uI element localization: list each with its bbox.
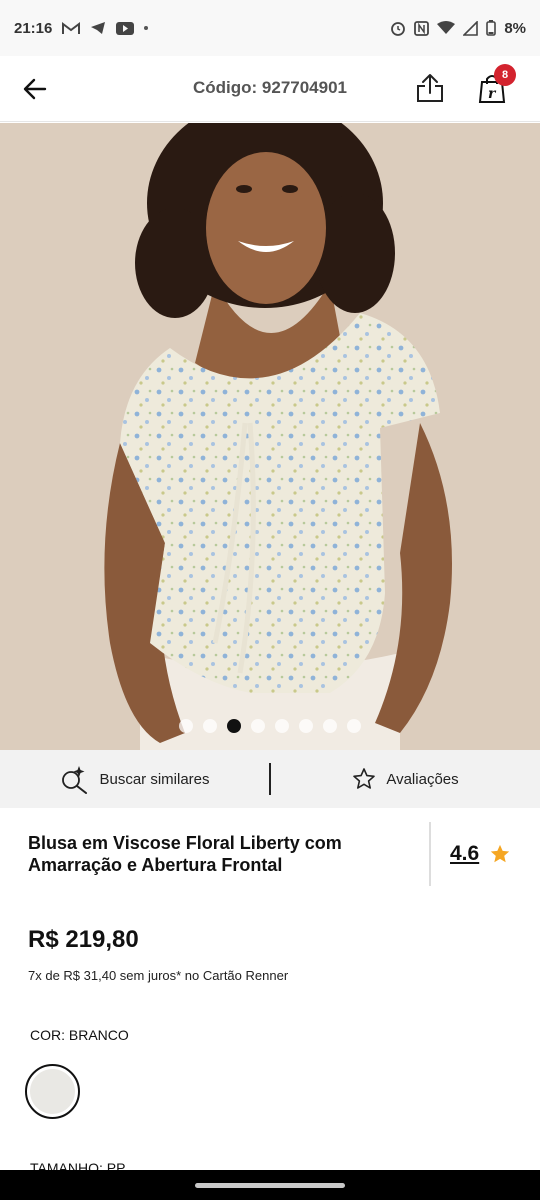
rating-link[interactable]: 4.6 bbox=[450, 842, 511, 866]
color-label: COR: BRANCO bbox=[30, 1027, 129, 1043]
status-time: 21:16 bbox=[14, 19, 53, 37]
gmail-icon bbox=[62, 21, 81, 35]
share-icon bbox=[417, 74, 443, 102]
navigation-bar bbox=[0, 1170, 540, 1200]
carousel-dot[interactable] bbox=[203, 719, 217, 733]
rating-divider bbox=[429, 822, 431, 886]
home-indicator[interactable] bbox=[195, 1182, 345, 1188]
telegram-icon bbox=[90, 21, 106, 35]
signal-icon bbox=[463, 20, 479, 36]
share-button[interactable] bbox=[412, 70, 448, 106]
alarm-icon bbox=[390, 20, 406, 36]
action-bar: Buscar similares Avaliações bbox=[0, 750, 540, 808]
color-swatch-white[interactable] bbox=[25, 1064, 80, 1119]
youtube-icon bbox=[116, 21, 135, 35]
battery-icon bbox=[486, 20, 497, 36]
status-right: 8% bbox=[390, 20, 526, 37]
nfc-icon bbox=[414, 20, 430, 36]
app-header: Código: 927704901 r 8 bbox=[0, 56, 540, 122]
battery-percent: 8% bbox=[504, 19, 526, 37]
reviews-button[interactable]: Avaliações bbox=[271, 750, 540, 808]
dot-icon bbox=[144, 26, 149, 30]
carousel-dot[interactable] bbox=[323, 719, 337, 733]
cart-button[interactable]: r 8 bbox=[472, 64, 516, 108]
product-photo bbox=[0, 123, 540, 750]
carousel-dot[interactable] bbox=[179, 719, 193, 733]
product-price: R$ 219,80 bbox=[28, 926, 139, 953]
star-outline-icon bbox=[353, 768, 376, 789]
carousel-dots bbox=[0, 719, 540, 733]
rating-value: 4.6 bbox=[450, 842, 480, 865]
status-bar: 21:16 8% bbox=[0, 0, 540, 56]
product-code-title: Código: 927704901 bbox=[192, 78, 347, 97]
magic-search-icon bbox=[62, 766, 88, 794]
carousel-dot[interactable] bbox=[347, 719, 361, 733]
product-title: Blusa em Viscose Floral Liberty com Amar… bbox=[28, 833, 342, 875]
back-button[interactable] bbox=[20, 74, 50, 104]
reviews-label: Avaliações bbox=[386, 770, 459, 788]
search-similar-button[interactable]: Buscar similares bbox=[0, 750, 269, 808]
svg-text:r: r bbox=[488, 86, 497, 102]
carousel-dot[interactable] bbox=[299, 719, 313, 733]
cart-count-badge: 8 bbox=[494, 64, 516, 86]
carousel-dot[interactable] bbox=[275, 719, 289, 733]
arrow-left-icon bbox=[23, 78, 47, 100]
installments-text: 7x de R$ 31,40 sem juros* no Cartão Renn… bbox=[28, 968, 289, 983]
search-similar-label: Buscar similares bbox=[99, 770, 210, 788]
color-swatch-fill bbox=[30, 1069, 75, 1114]
carousel-dot-active[interactable] bbox=[227, 719, 241, 733]
star-filled-icon bbox=[491, 844, 510, 863]
product-image[interactable] bbox=[0, 123, 540, 750]
status-left: 21:16 bbox=[14, 19, 149, 37]
carousel-dot[interactable] bbox=[251, 719, 265, 733]
wifi-icon bbox=[437, 21, 456, 35]
